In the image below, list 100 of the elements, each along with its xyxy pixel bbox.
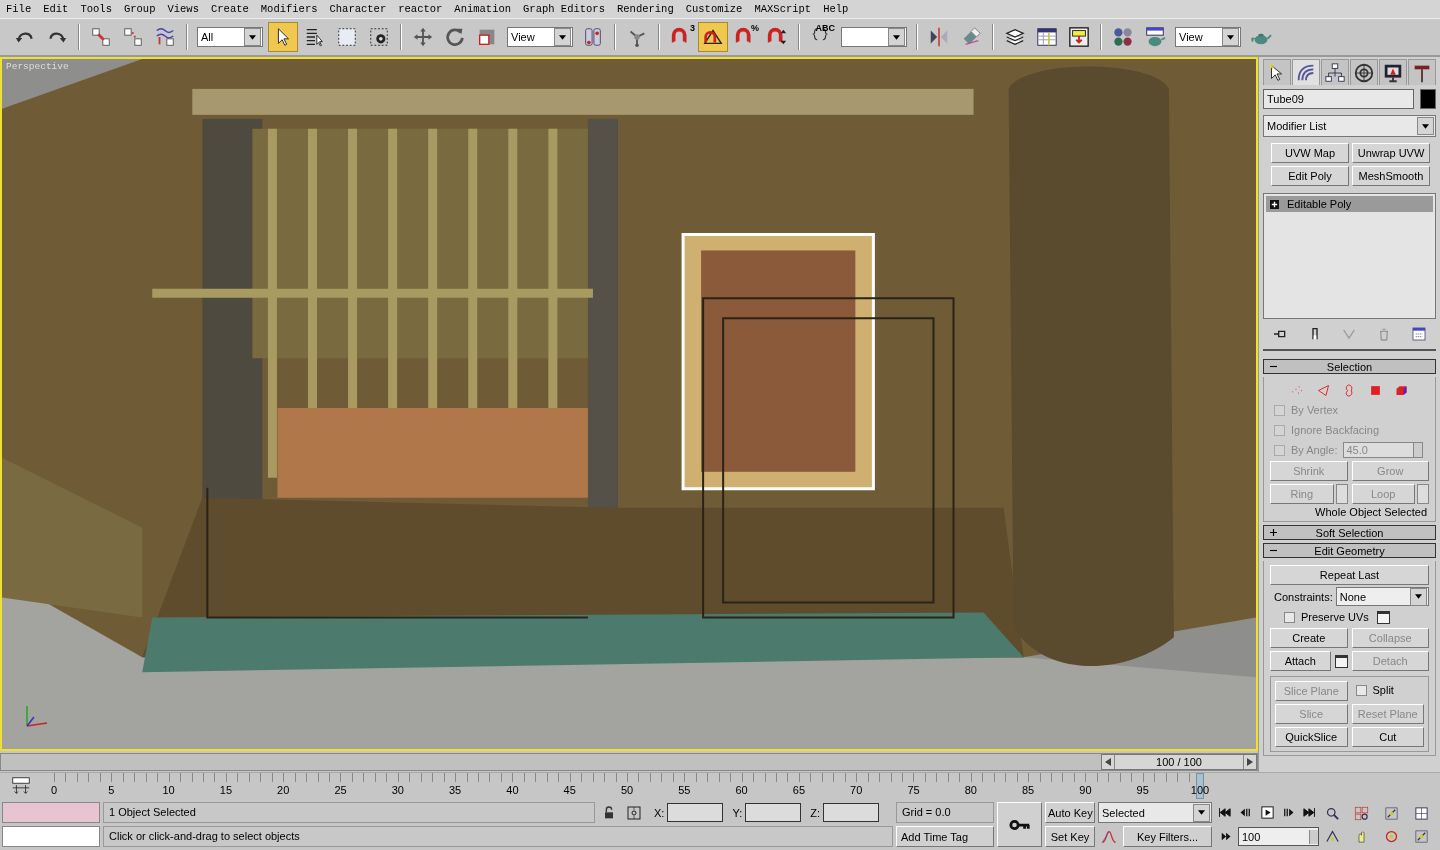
- play-icon: [1259, 805, 1275, 820]
- frame-number: 45: [563, 784, 576, 796]
- key-set-dropdown[interactable]: Selected: [1098, 802, 1212, 823]
- rollout-header[interactable]: Soft Selection: [1263, 525, 1436, 540]
- modifier-list-dropdown[interactable]: Modifier List: [1263, 115, 1436, 137]
- coordinate-label: Z:: [810, 806, 820, 819]
- frame-number: 65: [792, 784, 805, 796]
- coordinate-field[interactable]: [745, 803, 802, 822]
- set-key-button[interactable]: Set Key: [1045, 826, 1095, 847]
- toolbar-dropdown[interactable]: All: [197, 27, 263, 47]
- frame-number: 75: [907, 784, 920, 796]
- menu-item[interactable]: MAXScript: [753, 3, 813, 15]
- object-name-field[interactable]: Tube09: [1263, 89, 1414, 109]
- modifier-button[interactable]: Unwrap UVW: [1352, 143, 1430, 163]
- toolbar-button[interactable]: [698, 22, 728, 52]
- toolbar-button[interactable]: [268, 22, 298, 52]
- modifier-button[interactable]: UVW Map: [1271, 143, 1349, 163]
- listener-field[interactable]: [2, 802, 100, 823]
- modifier-button[interactable]: MeshSmooth: [1352, 166, 1430, 186]
- menu-item[interactable]: Tools: [79, 3, 113, 15]
- time-slider-thumb[interactable]: 100 / 100: [1101, 754, 1257, 770]
- edge-icon: [1316, 382, 1331, 398]
- time-tag-button[interactable]: Add Time Tag: [896, 826, 994, 847]
- dropdown-arrow-icon: [893, 34, 900, 40]
- menu-item[interactable]: Views: [166, 3, 200, 15]
- menu-item[interactable]: Rendering: [616, 3, 675, 15]
- checkbox[interactable]: [1355, 684, 1367, 696]
- menu-item[interactable]: Character: [328, 3, 388, 15]
- frame-number: 15: [219, 784, 232, 796]
- repeat-last-button[interactable]: Repeat Last: [1270, 565, 1429, 585]
- toolbar-button[interactable]: ABC: [806, 22, 836, 52]
- menu-item[interactable]: Customize: [684, 3, 744, 15]
- stack-item[interactable]: Editable Poly: [1266, 196, 1433, 212]
- coordinate-field[interactable]: [823, 803, 879, 822]
- coordinate-field[interactable]: [667, 803, 724, 822]
- menu-item[interactable]: Help: [822, 3, 850, 15]
- panel-tab[interactable]: [1350, 59, 1378, 85]
- key-filters-button[interactable]: Key Filters...: [1123, 826, 1212, 847]
- checkbox-label: Ignore Backfacing: [1291, 424, 1380, 436]
- panel-tab[interactable]: [1292, 59, 1320, 85]
- settings-button[interactable]: [1376, 610, 1390, 624]
- frame-number: 95: [1136, 784, 1149, 796]
- checkbox-label: Preserve UVs: [1301, 611, 1369, 623]
- modifier-button[interactable]: Edit Poly: [1271, 166, 1349, 186]
- menu-item[interactable]: Group: [122, 3, 157, 15]
- rollout-header[interactable]: Edit Geometry: [1263, 543, 1436, 558]
- slice-button[interactable]: QuickSlice: [1275, 727, 1348, 747]
- checkbox[interactable]: [1284, 611, 1295, 623]
- grid-spacing: Grid = 0.0: [896, 802, 994, 823]
- menu-item[interactable]: Create: [210, 3, 250, 15]
- orbit-icon: [1384, 829, 1399, 844]
- frame-number: 25: [334, 784, 347, 796]
- frame-number: 90: [1079, 784, 1092, 796]
- menu-item[interactable]: Animation: [453, 3, 513, 15]
- menu-item[interactable]: Edit: [42, 3, 70, 15]
- frame-number: 55: [678, 784, 691, 796]
- rollout-header[interactable]: Selection: [1263, 359, 1436, 374]
- expand-icon[interactable]: [1270, 199, 1279, 209]
- time-slider[interactable]: 100 / 100: [0, 753, 1258, 771]
- rollout-button[interactable]: Create: [1270, 628, 1348, 648]
- frame-reading: 100 / 100: [1155, 756, 1203, 768]
- frame-number: 60: [735, 784, 748, 796]
- dropdown-arrow-icon: [1198, 810, 1205, 815]
- listener-field[interactable]: [2, 826, 100, 847]
- toolbar-dropdown[interactable]: [841, 27, 907, 47]
- dropdown-arrow-icon: [1227, 34, 1234, 40]
- auto-key-button[interactable]: Auto Key: [1045, 802, 1095, 823]
- toolbar-button[interactable]: %: [730, 22, 760, 52]
- settings-button[interactable]: [1334, 654, 1348, 668]
- frame-number: 70: [850, 784, 863, 796]
- frame-number: 30: [391, 784, 404, 796]
- menu-item[interactable]: reactor: [397, 3, 444, 15]
- rollout-button[interactable]: Attach: [1270, 651, 1331, 671]
- hierarchy-icon: [1324, 61, 1346, 84]
- object-color-swatch[interactable]: [1420, 89, 1436, 109]
- gostart-icon: [1216, 805, 1232, 820]
- panel-tab[interactable]: [1379, 59, 1407, 85]
- menu-item[interactable]: Graph Editors: [522, 3, 606, 15]
- panel-tab[interactable]: [1408, 59, 1436, 85]
- toolbar-dropdown[interactable]: View: [507, 27, 573, 47]
- dropdown-arrow-icon: [249, 34, 256, 40]
- checkbox-label: Split: [1372, 684, 1394, 696]
- frame-number: 5: [108, 784, 115, 796]
- dropdown-arrow-icon: [1415, 594, 1422, 599]
- mirror-icon: [928, 26, 950, 48]
- set-key-mode-button[interactable]: [997, 802, 1042, 847]
- keycurve-icon: [1101, 828, 1117, 845]
- unlink-icon: [122, 26, 144, 48]
- toolbar-button[interactable]: 3: [666, 22, 696, 52]
- menu-item[interactable]: Modifiers: [259, 3, 319, 15]
- stack-item-label: Editable Poly: [1287, 198, 1352, 210]
- constraints-dropdown[interactable]: None: [1335, 587, 1429, 606]
- panel-tab[interactable]: [1321, 59, 1349, 85]
- panel-tab[interactable]: [1263, 59, 1291, 85]
- slice-button[interactable]: Cut: [1351, 727, 1424, 747]
- frame-field[interactable]: 100: [1238, 827, 1319, 846]
- menu-item[interactable]: File: [5, 3, 33, 15]
- selection-status: Whole Object Selected: [1314, 506, 1428, 518]
- dropdown-arrow-icon: [559, 34, 566, 40]
- toolbar-dropdown[interactable]: View: [1175, 27, 1241, 47]
